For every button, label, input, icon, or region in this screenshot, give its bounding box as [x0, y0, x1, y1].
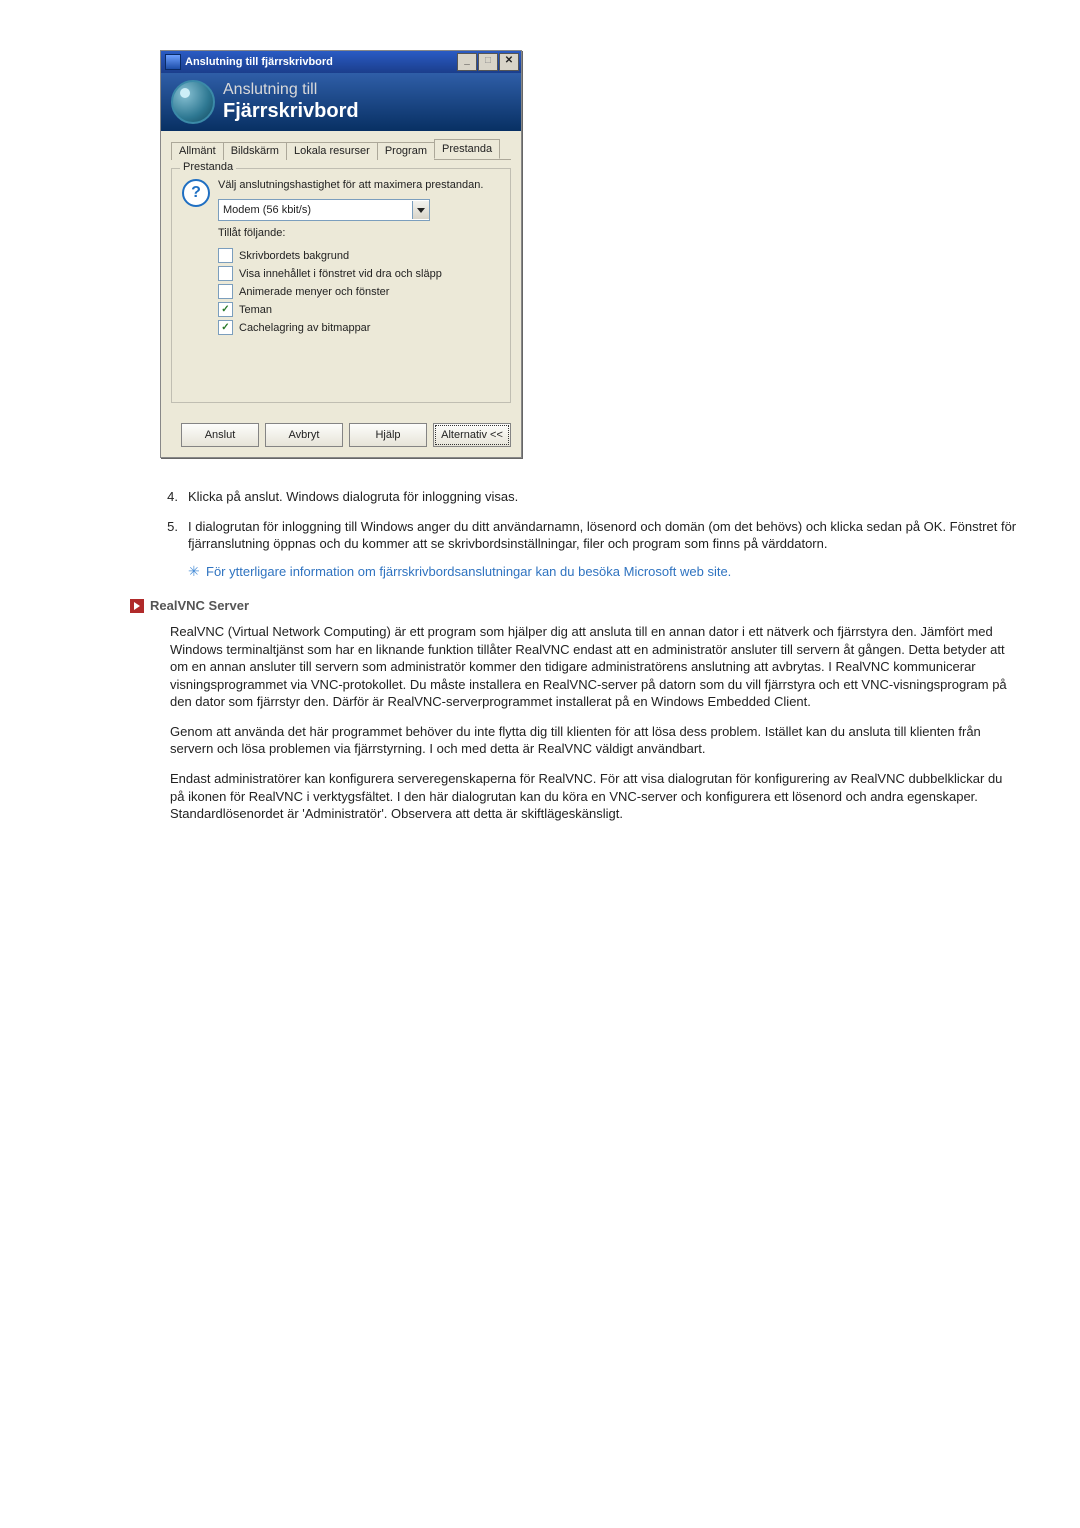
title-bar[interactable]: Anslutning till fjärrskrivbord _ □ ✕	[161, 51, 521, 73]
minimize-button[interactable]: _	[457, 53, 477, 71]
checkbox-label: Skrivbordets bakgrund	[239, 250, 349, 262]
checkbox-icon[interactable]	[218, 284, 233, 299]
help-button[interactable]: Hjälp	[349, 423, 427, 447]
realvnc-para-2: Genom att använda det här programmet beh…	[170, 723, 1020, 758]
checkbox-animerade-menyer[interactable]: Animerade menyer och fönster	[218, 284, 500, 299]
perf-hint: Välj anslutningshastighet för att maxime…	[218, 179, 500, 191]
banner: Anslutning till Fjärrskrivbord	[161, 73, 521, 131]
tab-lokala-resurser[interactable]: Lokala resurser	[286, 142, 378, 160]
realvnc-para-3: Endast administratörer kan konfigurera s…	[170, 770, 1020, 823]
banner-line2: Fjärrskrivbord	[223, 100, 359, 123]
options-button[interactable]: Alternativ <<	[433, 423, 511, 447]
banner-line1: Anslutning till	[223, 81, 359, 99]
list-item-4: 4. Klicka på anslut. Windows dialogruta …	[160, 488, 1020, 506]
tab-bildskarm[interactable]: Bildskärm	[223, 142, 287, 160]
connection-speed-dropdown[interactable]: Modem (56 kbit/s)	[218, 199, 430, 221]
checkbox-visa-innehall[interactable]: Visa innehållet i fönstret vid dra och s…	[218, 266, 500, 281]
close-button[interactable]: ✕	[499, 53, 519, 71]
app-icon	[165, 54, 181, 70]
tab-program[interactable]: Program	[377, 142, 435, 160]
section-heading-realvnc: RealVNC Server	[130, 598, 1020, 613]
allow-label: Tillåt följande:	[218, 227, 500, 239]
checkbox-teman[interactable]: Teman	[218, 302, 500, 317]
dropdown-value: Modem (56 kbit/s)	[219, 204, 412, 216]
note-link[interactable]: Microsoft web site.	[624, 564, 732, 579]
checkbox-skrivbordets-bakgrund[interactable]: Skrivbordets bakgrund	[218, 248, 500, 263]
globe-icon	[171, 80, 215, 124]
tab-strip: Allmänt Bildskärm Lokala resurser Progra…	[171, 139, 511, 160]
checkbox-label: Animerade menyer och fönster	[239, 286, 389, 298]
list-item-5: 5. I dialogrutan för inloggning till Win…	[160, 518, 1020, 581]
connect-button[interactable]: Anslut	[181, 423, 259, 447]
maximize-button: □	[478, 53, 498, 71]
tab-allmant[interactable]: Allmänt	[171, 142, 224, 160]
cancel-button[interactable]: Avbryt	[265, 423, 343, 447]
help-icon: ?	[182, 179, 210, 207]
checkbox-label: Teman	[239, 304, 272, 316]
info-note: ✳ För ytterligare information om fjärrsk…	[188, 563, 1020, 581]
group-legend: Prestanda	[180, 161, 236, 173]
tab-prestanda[interactable]: Prestanda	[434, 139, 500, 159]
checkbox-icon[interactable]	[218, 320, 233, 335]
checkbox-icon[interactable]	[218, 302, 233, 317]
window-title: Anslutning till fjärrskrivbord	[185, 56, 457, 68]
item-number: 4.	[160, 488, 178, 506]
arrow-right-icon	[130, 599, 144, 613]
checkbox-icon[interactable]	[218, 266, 233, 281]
prestanda-group: Prestanda ? Välj anslutningshastighet fö…	[171, 168, 511, 403]
heading-text: RealVNC Server	[150, 598, 249, 613]
checkbox-label: Cachelagring av bitmappar	[239, 322, 370, 334]
checkbox-cachelagring[interactable]: Cachelagring av bitmappar	[218, 320, 500, 335]
star-icon: ✳	[188, 565, 200, 577]
chevron-down-icon[interactable]	[412, 201, 429, 219]
checkbox-label: Visa innehållet i fönstret vid dra och s…	[239, 268, 442, 280]
note-text: För ytterligare information om fjärrskri…	[206, 564, 624, 579]
item-text: Klicka på anslut. Windows dialogruta för…	[188, 488, 518, 506]
rdp-dialog: Anslutning till fjärrskrivbord _ □ ✕ Ans…	[160, 50, 522, 458]
dialog-button-row: Anslut Avbryt Hjälp Alternativ <<	[161, 415, 521, 457]
item-number: 5.	[160, 518, 178, 581]
item-text: I dialogrutan för inloggning till Window…	[188, 519, 1016, 552]
realvnc-para-1: RealVNC (Virtual Network Computing) är e…	[170, 623, 1020, 711]
checkbox-icon[interactable]	[218, 248, 233, 263]
